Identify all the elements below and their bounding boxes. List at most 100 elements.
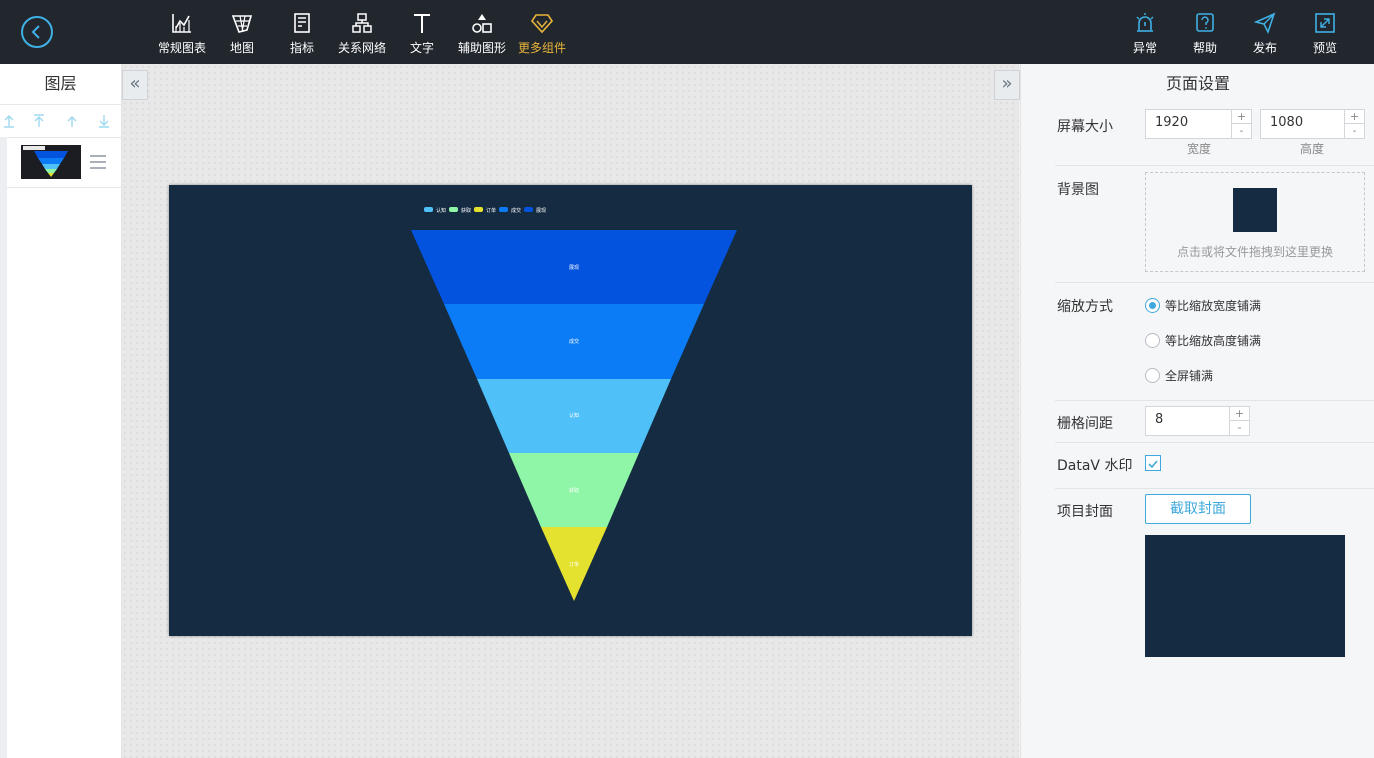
height-stepper[interactable]: + - — [1344, 110, 1364, 138]
scale-option-label[interactable]: 等比缩放高度铺满 — [1165, 332, 1261, 349]
tool-shapes[interactable]: 辅助图形 — [452, 12, 512, 56]
collapse-right-button[interactable]: » — [994, 70, 1020, 100]
chart-icon — [152, 12, 212, 36]
tool-map[interactable]: 地图 — [212, 12, 272, 56]
tool-indicator-label: 指标 — [289, 41, 314, 55]
tool-chart-label: 常规图表 — [157, 41, 206, 55]
cover-label: 项目封面 — [1057, 504, 1113, 520]
tool-text-label: 文字 — [409, 41, 434, 55]
layer-item-funnel[interactable] — [0, 137, 121, 188]
tool-text[interactable]: 文字 — [392, 12, 452, 56]
legend-swatch — [449, 207, 458, 212]
map-icon — [212, 12, 272, 36]
network-icon — [332, 12, 392, 36]
grid-spacing-value: 8 — [1155, 412, 1164, 427]
height-input[interactable]: 1080 + - — [1260, 109, 1365, 139]
divider — [1055, 400, 1374, 401]
text-icon — [392, 12, 452, 36]
legend-swatch — [499, 207, 508, 212]
background-label: 背景图 — [1057, 182, 1099, 198]
indicator-icon — [272, 12, 332, 36]
check-icon — [1148, 460, 1158, 469]
funnel-chart[interactable]: 认知 获取 订单 成交 展现 展现 成交 认知 获取 订单 — [169, 185, 972, 636]
divider — [1055, 442, 1374, 443]
watermark-label: DataV 水印 — [1057, 458, 1133, 474]
back-button[interactable] — [21, 16, 53, 48]
chart-legend: 认知 获取 订单 成交 展现 — [424, 207, 546, 214]
width-input[interactable]: 1920 + - — [1145, 109, 1252, 139]
capture-cover-button[interactable]: 截取封面 — [1145, 494, 1251, 524]
increment-button[interactable]: + — [1232, 110, 1251, 124]
move-up-top-icon[interactable] — [32, 113, 46, 127]
tool-publish[interactable]: 发布 — [1235, 12, 1295, 56]
screen-canvas[interactable]: 认知 获取 订单 成交 展现 展现 成交 认知 获取 订单 — [169, 185, 972, 636]
grid-spacing-stepper[interactable]: + - — [1229, 407, 1249, 435]
layers-scroll-strip — [0, 137, 7, 758]
width-sublabel: 宽度 — [1187, 142, 1212, 156]
funnel-label: 展现 — [569, 265, 579, 271]
decrement-button[interactable]: - — [1230, 421, 1249, 435]
tool-publish-label: 发布 — [1252, 41, 1277, 55]
background-thumbnail — [1233, 188, 1277, 232]
scale-option-label[interactable]: 等比缩放宽度铺满 — [1165, 297, 1261, 314]
legend-label: 订单 — [486, 207, 496, 214]
scale-option-radio[interactable] — [1145, 368, 1160, 383]
help-icon — [1175, 12, 1235, 36]
tool-indicator[interactable]: 指标 — [272, 12, 332, 56]
increment-button[interactable]: + — [1230, 407, 1249, 421]
shapes-icon — [452, 12, 512, 36]
height-value: 1080 — [1270, 115, 1304, 130]
width-value: 1920 — [1155, 115, 1189, 130]
tool-alarm[interactable]: 异常 — [1115, 12, 1175, 56]
legend-swatch — [474, 207, 483, 212]
scale-option-radio[interactable] — [1145, 333, 1160, 348]
layer-menu-icon[interactable] — [90, 155, 106, 173]
layer-thumbnail — [21, 145, 81, 179]
legend-label: 获取 — [461, 207, 471, 214]
legend-label: 展现 — [536, 208, 546, 214]
preview-icon — [1295, 12, 1355, 36]
page-settings-panel: 页面设置 屏幕大小 1920 + - 1080 + - 宽度 高度 背景图 点击或将… — [1020, 64, 1374, 758]
layer-controls — [0, 105, 121, 138]
increment-button[interactable]: + — [1345, 110, 1364, 124]
legend-label: 认知 — [436, 207, 446, 214]
tool-alarm-label: 异常 — [1132, 41, 1157, 55]
scale-option-label[interactable]: 全屏铺满 — [1165, 367, 1213, 384]
watermark-checkbox[interactable] — [1145, 455, 1161, 471]
scale-mode-label: 缩放方式 — [1057, 299, 1113, 315]
background-dropzone[interactable]: 点击或将文件拖拽到这里更换 — [1145, 172, 1365, 272]
top-toolbar: 常规图表 地图 指标 关系网络 文字 辅助图形 更多组件 异常 帮助 发布 预览 — [0, 0, 1374, 64]
legend-label: 成交 — [511, 207, 521, 214]
collapse-left-button[interactable]: « — [122, 70, 148, 100]
grid-spacing-label: 栅格间距 — [1057, 416, 1113, 432]
screen-size-label: 屏幕大小 — [1057, 119, 1113, 135]
divider — [1055, 282, 1374, 283]
send-icon — [1235, 12, 1295, 36]
tool-network[interactable]: 关系网络 — [332, 12, 392, 56]
decrement-button[interactable]: - — [1232, 124, 1251, 138]
tool-chart[interactable]: 常规图表 — [152, 12, 212, 56]
tool-preview[interactable]: 预览 — [1295, 12, 1355, 56]
cover-preview — [1145, 535, 1345, 657]
tool-help-label: 帮助 — [1192, 41, 1217, 55]
height-sublabel: 高度 — [1300, 142, 1325, 156]
tool-preview-label: 预览 — [1312, 41, 1337, 55]
layers-title: 图层 — [0, 64, 121, 105]
alarm-icon — [1115, 12, 1175, 36]
move-top-icon[interactable] — [2, 113, 16, 128]
divider — [1055, 488, 1374, 489]
funnel-label: 成交 — [569, 338, 579, 345]
tool-shapes-label: 辅助图形 — [457, 41, 506, 55]
diamond-icon — [512, 12, 572, 36]
grid-spacing-input[interactable]: 8 + - — [1145, 406, 1250, 436]
divider — [1055, 165, 1374, 166]
width-stepper[interactable]: + - — [1231, 110, 1251, 138]
scale-option-radio[interactable] — [1145, 298, 1160, 313]
decrement-button[interactable]: - — [1345, 124, 1364, 138]
move-up-icon[interactable] — [65, 113, 79, 127]
move-down-icon[interactable] — [97, 113, 111, 128]
settings-title: 页面设置 — [1165, 74, 1230, 93]
tool-help[interactable]: 帮助 — [1175, 12, 1235, 56]
funnel-label: 获取 — [569, 487, 579, 494]
tool-more-components[interactable]: 更多组件 — [512, 12, 572, 56]
